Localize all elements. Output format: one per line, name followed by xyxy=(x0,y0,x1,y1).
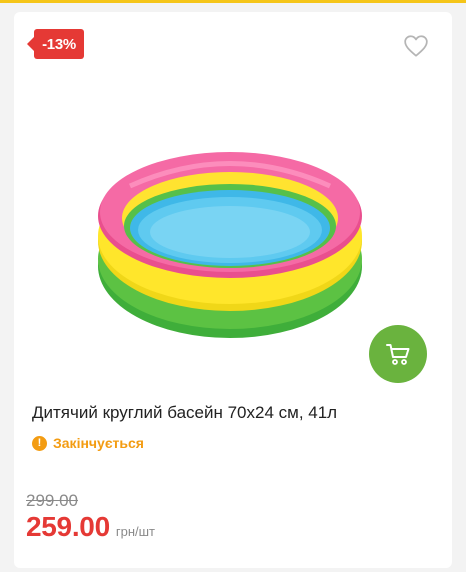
heart-outline-icon xyxy=(404,35,428,57)
stock-status: ! Закінчується xyxy=(32,433,144,453)
warning-icon: ! xyxy=(32,435,47,451)
product-card[interactable]: -13% Дитячий круглий басейн 70x24 см, 41… xyxy=(14,12,452,568)
stock-status-label: Закінчується xyxy=(53,435,144,451)
top-accent-line xyxy=(0,0,466,3)
price-row: 259.00 грн/шт xyxy=(26,511,155,543)
add-to-cart-button[interactable] xyxy=(369,325,427,383)
shopping-cart-icon xyxy=(386,344,410,365)
product-image[interactable] xyxy=(90,146,370,346)
old-price: 299.00 xyxy=(26,491,78,510)
wishlist-button[interactable] xyxy=(403,34,429,58)
discount-badge: -13% xyxy=(27,29,84,59)
product-title[interactable]: Дитячий круглий басейн 70x24 см, 41л xyxy=(32,402,432,424)
current-price: 259.00 xyxy=(26,511,110,542)
price-unit: грн/шт xyxy=(115,524,155,539)
